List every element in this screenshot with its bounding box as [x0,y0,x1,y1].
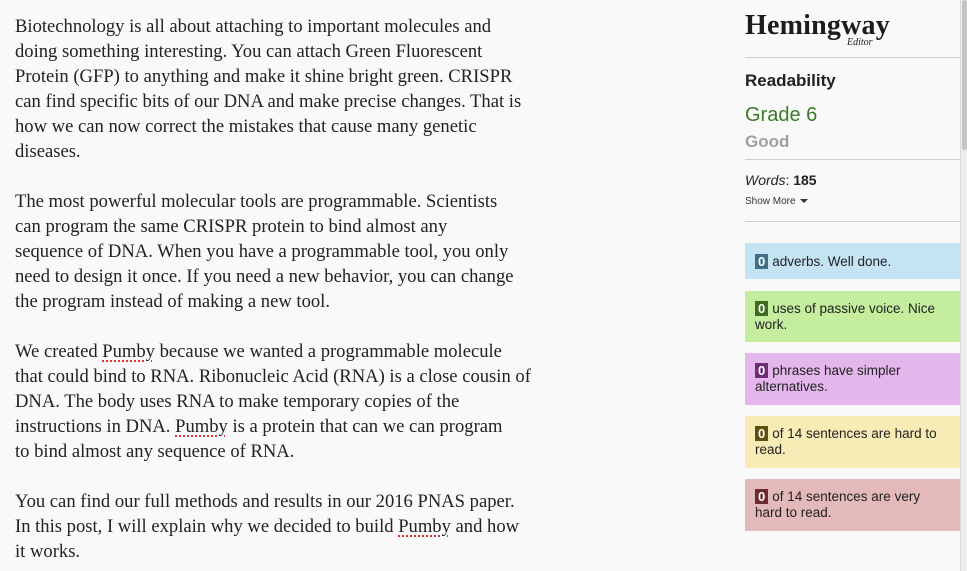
count-badge: 0 [755,426,769,441]
spelling-flag-word[interactable]: Pumby [175,416,228,437]
text-line: The most powerful molecular tools are pr… [15,191,498,212]
simpler-alternatives-stat: 0 phrases have simpler alternatives. [745,353,960,405]
paragraph: Biotechnology is all about attaching to … [15,14,595,164]
text-line: We created [15,341,103,362]
text-line: can find specific bits of our DNA and ma… [15,91,522,112]
text-line: the program instead of making a new tool… [15,291,330,312]
stat-text: of 14 sentences are very hard to read. [755,489,921,520]
stat-text: uses of passive voice. Nice work. [755,301,936,332]
text-line: it works. [15,541,81,562]
paragraph: The most powerful molecular tools are pr… [15,189,595,314]
word-count: Words: 185 [745,172,817,188]
scrollbar[interactable] [960,0,967,571]
count-badge: 0 [755,489,769,504]
readability-heading: Readability [745,71,836,90]
text-line: and how [450,516,520,537]
divider [745,57,960,58]
stat-text: of 14 sentences are hard to read. [755,426,937,457]
words-count-value: 185 [793,172,817,188]
hemingway-logo: Hemingway Editor [745,10,905,50]
scrollbar-thumb[interactable] [962,0,967,150]
divider [745,159,960,160]
divider [745,221,960,222]
words-label: Words [745,172,786,188]
paragraph: We created Pumby because we wanted a pro… [15,339,595,464]
spelling-flag-word[interactable]: Pumby [102,341,155,362]
adverbs-stat: 0 adverbs. Well done. [745,243,960,279]
show-more-label: Show More [745,196,796,207]
text-line: instructions in DNA. [15,416,176,437]
text-line: In this post, I will explain why we deci… [15,516,399,537]
text-line: You can find our full methods and result… [15,491,515,512]
stat-text: adverbs. Well done. [772,254,892,269]
stat-text: phrases have simpler alternatives. [755,363,901,394]
grade-level: Grade 6 [745,104,818,126]
text-line: how we can now correct the mistakes that… [15,116,477,137]
grade-quality: Good [745,132,790,151]
very-hard-sentences-stat: 0 of 14 sentences are very hard to read. [745,479,960,531]
text-line: doing something interesting. You can att… [15,41,483,62]
count-badge: 0 [755,254,769,269]
editor-text-area[interactable]: Biotechnology is all about attaching to … [15,14,595,571]
text-line: Biotechnology is all about attaching to … [15,16,492,37]
spelling-flag-word[interactable]: Pumby [398,516,451,537]
text-line: to bind almost any sequence of RNA. [15,441,295,462]
logo-subtitle: Editor [847,37,873,48]
text-line: need to design it once. If you need a ne… [15,266,514,287]
text-line: because we wanted a programmable molecul… [154,341,502,362]
text-line: Protein (GFP) to anything and make it sh… [15,66,513,87]
passive-voice-stat: 0 uses of passive voice. Nice work. [745,291,960,342]
sidebar: Hemingway Editor Readability Grade 6 Goo… [745,0,960,571]
text-line: that could bind to RNA. Ribonucleic Acid… [15,366,531,387]
words-colon: : [785,172,790,188]
text-line: DNA. The body uses RNA to make temporary… [15,391,460,412]
show-more-button[interactable]: Show More [745,196,808,207]
text-line: diseases. [15,141,81,162]
count-badge: 0 [755,363,769,378]
text-line: is a protein that can we can program [227,416,503,437]
hard-sentences-stat: 0 of 14 sentences are hard to read. [745,416,960,468]
caret-down-icon [799,199,808,204]
text-line: can program the same CRISPR protein to b… [15,216,448,237]
text-line: sequence of DNA. When you have a program… [15,241,509,262]
paragraph: You can find our full methods and result… [15,489,595,564]
count-badge: 0 [755,301,769,316]
